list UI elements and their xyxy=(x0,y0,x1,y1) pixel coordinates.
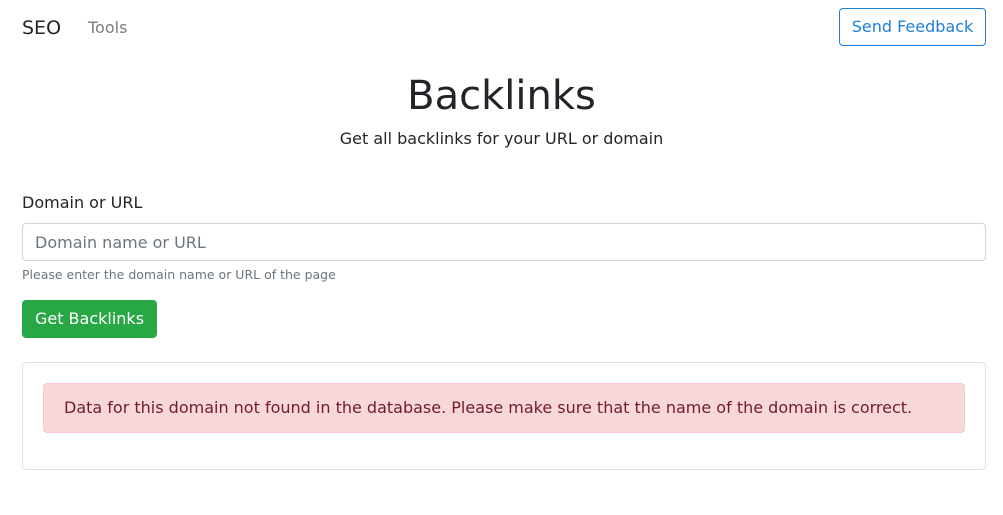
domain-help-text: Please enter the domain name or URL of t… xyxy=(22,267,336,282)
domain-input[interactable] xyxy=(22,223,986,261)
send-feedback-button[interactable]: Send Feedback xyxy=(839,8,986,46)
domain-field-label: Domain or URL xyxy=(22,193,143,212)
page: SEO Tools Send Feedback Backlinks Get al… xyxy=(0,0,1003,515)
page-subtitle: Get all backlinks for your URL or domain xyxy=(339,129,664,148)
get-backlinks-button[interactable]: Get Backlinks xyxy=(22,300,157,338)
brand-link[interactable]: SEO xyxy=(22,15,61,41)
error-alert: Data for this domain not found in the da… xyxy=(43,383,965,433)
result-card: Data for this domain not found in the da… xyxy=(22,362,986,470)
nav-link-tools[interactable]: Tools xyxy=(88,17,127,39)
page-title: Backlinks xyxy=(407,73,596,119)
navbar: SEO Tools Send Feedback xyxy=(0,0,1003,56)
